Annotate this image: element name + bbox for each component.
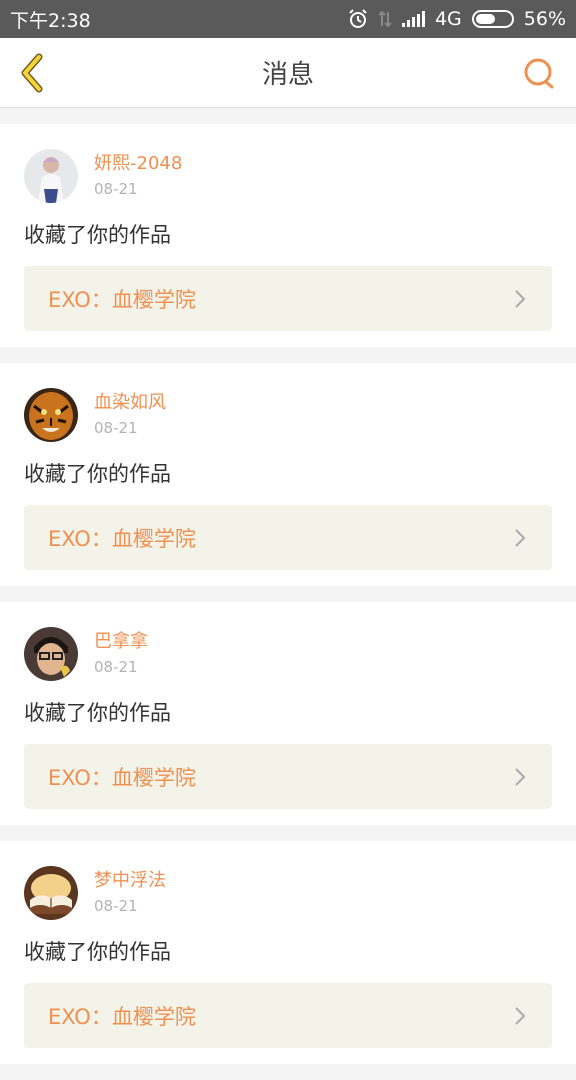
timestamp: 08-21	[94, 180, 138, 198]
username[interactable]: 血染如风	[94, 391, 166, 415]
timestamp: 08-21	[94, 419, 138, 437]
chevron-right-icon	[515, 767, 526, 786]
back-button[interactable]	[12, 52, 52, 94]
message-item: 血染如风 08-21 收藏了你的作品 EXO：血樱学院	[0, 363, 576, 586]
action-text: 收藏了你的作品	[24, 462, 171, 486]
message-item: 梦中浮法 08-21 收藏了你的作品 EXO：血樱学院	[0, 841, 576, 1064]
message-item: 妍熙-2048 08-21 收藏了你的作品 EXO：血樱学院	[0, 124, 576, 347]
battery-percent: 56%	[523, 8, 566, 30]
work-title: EXO：血樱学院	[48, 287, 196, 312]
chevron-right-icon	[515, 1006, 526, 1025]
message-list: 妍熙-2048 08-21 收藏了你的作品 EXO：血樱学院 血染如风 08-2…	[0, 124, 576, 1080]
top-nav-bar: 消息	[0, 38, 576, 108]
avatar[interactable]	[24, 388, 78, 442]
status-icons: 4G 56%	[348, 8, 566, 30]
username[interactable]: 妍熙-2048	[94, 152, 182, 176]
username[interactable]: 巴拿拿	[94, 630, 148, 654]
avatar[interactable]	[24, 149, 78, 203]
action-text: 收藏了你的作品	[24, 223, 171, 247]
username[interactable]: 梦中浮法	[94, 869, 166, 893]
work-link[interactable]: EXO：血樱学院	[24, 983, 552, 1048]
work-link[interactable]: EXO：血樱学院	[24, 505, 552, 570]
network-type: 4G	[434, 8, 462, 30]
signal-icon	[401, 11, 425, 27]
alarm-icon	[349, 9, 367, 28]
work-title: EXO：血樱学院	[48, 1004, 196, 1029]
avatar[interactable]	[24, 866, 78, 920]
work-link[interactable]: EXO：血樱学院	[24, 266, 552, 331]
action-text: 收藏了你的作品	[24, 940, 171, 964]
chevron-right-icon	[515, 289, 526, 308]
work-title: EXO：血樱学院	[48, 526, 196, 551]
status-time: 下午2:38	[10, 9, 91, 32]
action-text: 收藏了你的作品	[24, 701, 171, 725]
data-transfer-icon	[378, 10, 392, 28]
page-title: 消息	[261, 60, 314, 90]
timestamp: 08-21	[94, 897, 138, 915]
status-bar: 下午2:38 4G 56%	[0, 0, 576, 38]
battery-icon	[471, 10, 514, 28]
work-link[interactable]: EXO：血樱学院	[24, 744, 552, 809]
timestamp: 08-21	[94, 658, 138, 676]
search-button[interactable]	[522, 56, 556, 90]
search-icon	[524, 58, 554, 89]
chevron-left-icon	[21, 53, 43, 93]
chevron-right-icon	[515, 528, 526, 547]
work-title: EXO：血樱学院	[48, 765, 196, 790]
message-item: 巴拿拿 08-21 收藏了你的作品 EXO：血樱学院	[0, 602, 576, 825]
avatar[interactable]	[24, 627, 78, 681]
